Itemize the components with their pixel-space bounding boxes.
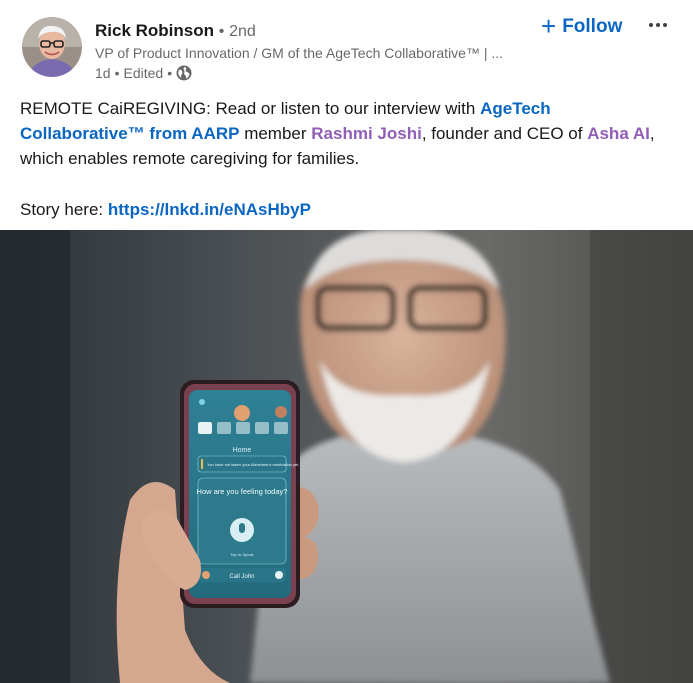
post-text-segment: member [239, 124, 312, 143]
phone-tap-hint: Tap to Speak [230, 552, 253, 557]
follow-button[interactable]: + Follow [533, 12, 630, 42]
edited-label: Edited [123, 65, 164, 81]
phone-notice: You have not taken your Alzheimer's medi… [207, 462, 299, 467]
connection-degree: 2nd [229, 23, 256, 40]
ellipsis-icon[interactable] [640, 12, 676, 38]
feed-post-card: Rick Robinson • 2nd VP of Product Innova… [0, 0, 693, 683]
dot [649, 23, 653, 27]
phone-call-label: Call John [229, 574, 254, 580]
story-line: Story here: https://lnkd.in/eNAsHbyP [20, 197, 311, 222]
mention-rashmi-link[interactable]: Rashmi Joshi [311, 124, 422, 143]
post-text-segment: REMOTE CaiREGIVING: Read or listen to ou… [20, 99, 481, 118]
meta-separator: • [167, 65, 173, 81]
author-avatar[interactable] [22, 17, 82, 77]
author-name[interactable]: Rick Robinson [95, 21, 214, 40]
post-text-segment: , founder and CEO of [421, 124, 588, 143]
dot [663, 23, 667, 27]
story-link[interactable]: https://lnkd.in/eNAsHbyP [108, 200, 311, 219]
author-name-line[interactable]: Rick Robinson • 2nd [95, 21, 256, 41]
post-time: 1d [95, 65, 111, 81]
name-separator: • [218, 23, 225, 40]
phone-tab-title: Home [233, 447, 252, 454]
meta-separator: • [114, 65, 120, 81]
post-meta: 1d • Edited • [95, 65, 192, 81]
post-text: REMOTE CaiREGIVING: Read or listen to ou… [20, 96, 680, 171]
author-headline: VP of Product Innovation / GM of the Age… [95, 45, 504, 61]
story-label: Story here: [20, 200, 108, 219]
follow-label: Follow [562, 16, 623, 37]
post-image[interactable]: Home You have not taken your Alzheimer's… [0, 230, 693, 683]
globe-icon [176, 65, 192, 81]
phone-prompt: How are you feeling today? [197, 487, 288, 496]
mention-asha-link[interactable]: Asha AI [587, 124, 650, 143]
dot [656, 23, 660, 27]
plus-icon: + [541, 10, 557, 41]
